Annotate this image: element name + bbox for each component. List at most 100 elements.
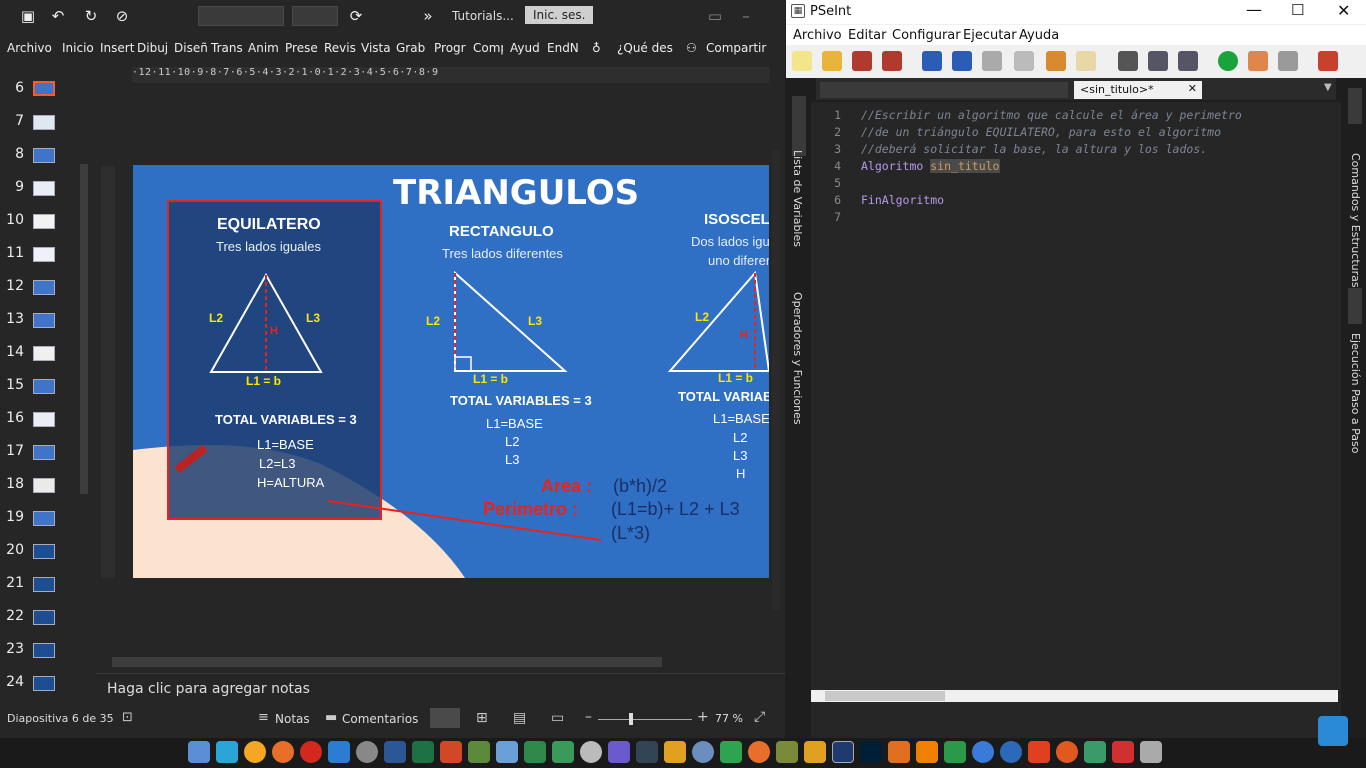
app-icon[interactable]	[944, 741, 966, 763]
word-icon[interactable]	[384, 741, 406, 763]
slide-thumbnail[interactable]	[33, 610, 55, 625]
tab-archivo[interactable]: Archivo	[7, 41, 52, 55]
lasso-icon[interactable]: ⟳	[346, 6, 366, 26]
redo-icon[interactable]: ↻	[81, 6, 101, 26]
app-icon[interactable]	[552, 741, 574, 763]
comments-icon[interactable]: ▬	[325, 710, 337, 725]
vlc-icon[interactable]	[916, 741, 938, 763]
app-icon[interactable]	[608, 741, 630, 763]
help-icon[interactable]	[1318, 51, 1338, 71]
flowchart-icon[interactable]	[1278, 51, 1298, 71]
inactive-file-tab[interactable]	[820, 82, 1068, 98]
app-icon[interactable]	[1056, 741, 1078, 763]
close-button[interactable]: ✕	[1337, 1, 1350, 20]
normal-view-button[interactable]	[430, 708, 460, 728]
globe-icon[interactable]	[356, 741, 378, 763]
code-line[interactable]: FinAlgoritmo	[861, 193, 944, 207]
opera-icon[interactable]	[300, 741, 322, 763]
app-icon[interactable]	[1084, 741, 1106, 763]
firefox-icon[interactable]	[272, 741, 294, 763]
tab-dropdown-icon[interactable]: ▼	[1324, 82, 1332, 93]
code-line[interactable]: //Escribir un algoritmo que calcule el á…	[861, 108, 1242, 122]
fit-slide-icon[interactable]: ⤢	[754, 709, 765, 725]
devcpp-icon[interactable]	[636, 741, 658, 763]
slide-thumbnail[interactable]	[33, 643, 55, 658]
app-icon[interactable]	[888, 741, 910, 763]
tab-revisar[interactable]: Revis	[324, 41, 356, 55]
search-prev-icon[interactable]	[1148, 51, 1168, 71]
scrollbar-thumb[interactable]	[825, 691, 945, 701]
accessibility-icon[interactable]: ⊡	[122, 710, 133, 725]
tutorials-label[interactable]: Tutorials...	[452, 9, 514, 23]
code-line[interactable]: //de un triángulo EQUILATERO, para esto …	[861, 125, 1221, 139]
slide-thumbnail[interactable]	[33, 544, 55, 559]
paste-icon[interactable]	[1046, 51, 1066, 71]
slide-thumbnail[interactable]	[33, 181, 55, 196]
slide-thumbnail[interactable]	[33, 511, 55, 526]
notes-pane[interactable]: Haga clic para agregar notas	[96, 673, 785, 705]
slide-thumbnail[interactable]	[33, 445, 55, 460]
close-tab-icon[interactable]: ✕	[1188, 82, 1197, 95]
app-icon[interactable]	[468, 741, 490, 763]
minimize-icon[interactable]: –	[736, 6, 756, 26]
font-size-box[interactable]	[292, 6, 338, 26]
comments-button[interactable]: Comentarios	[342, 712, 418, 726]
chrome-icon[interactable]	[244, 741, 266, 763]
tab-ayuda[interactable]: Ayud	[510, 41, 540, 55]
edge-icon[interactable]	[328, 741, 350, 763]
tab-diseno[interactable]: Diseñ	[174, 41, 208, 55]
slide-sorter-icon[interactable]: ⊞	[476, 710, 488, 726]
more-icon[interactable]: »	[418, 6, 438, 26]
indent-icon[interactable]	[1076, 51, 1096, 71]
slide-thumbnail[interactable]	[33, 280, 55, 295]
redo-icon[interactable]	[952, 51, 972, 71]
cut-icon[interactable]	[982, 51, 1002, 71]
sublime-icon[interactable]	[664, 741, 686, 763]
minimize-button[interactable]: —	[1246, 0, 1262, 19]
zoom-out-icon[interactable]: –	[585, 709, 592, 725]
step-execution-panel-tab[interactable]: Ejecución Paso a Paso	[1349, 333, 1362, 454]
search-next-icon[interactable]	[1178, 51, 1198, 71]
font-name-box[interactable]	[198, 6, 284, 26]
app-icon[interactable]	[1028, 741, 1050, 763]
slideshow-icon[interactable]: ▭	[551, 710, 564, 726]
save-icon[interactable]: ▣	[18, 6, 38, 26]
slide-thumbnail[interactable]	[33, 81, 55, 96]
run-icon[interactable]	[1218, 51, 1238, 71]
zoom-slider[interactable]	[598, 719, 692, 720]
slide-thumbnail[interactable]	[33, 478, 55, 493]
maximize-button[interactable]: ☐	[1291, 1, 1304, 19]
code-line[interactable]: Algoritmo sin_titulo	[861, 159, 1000, 173]
copy-icon[interactable]	[1014, 51, 1034, 71]
sync-app-icon[interactable]	[216, 741, 238, 763]
app-icon[interactable]	[776, 741, 798, 763]
open-folder-icon[interactable]	[822, 51, 842, 71]
commands-panel-tab[interactable]: Comandos y Estructuras	[1349, 153, 1362, 288]
notes-button[interactable]: Notas	[275, 712, 310, 726]
signin-button[interactable]: Inic. ses.	[525, 6, 594, 24]
undo-icon[interactable]: ↶	[48, 6, 68, 26]
slide-thumbnail[interactable]	[33, 577, 55, 592]
notes-icon[interactable]: ≡	[258, 710, 269, 725]
step-by-step-icon[interactable]	[1248, 51, 1268, 71]
app-icon[interactable]	[496, 741, 518, 763]
r-icon[interactable]	[692, 741, 714, 763]
ribbon-options-icon[interactable]: ▭	[705, 6, 725, 26]
notes-placeholder[interactable]: Haga clic para agregar notas	[107, 681, 310, 697]
menu-editar[interactable]: Editar	[848, 28, 887, 43]
app-icon[interactable]	[748, 741, 770, 763]
editor-horizontal-scrollbar[interactable]	[811, 690, 1338, 702]
tab-transiciones[interactable]: Trans	[211, 41, 243, 55]
format-painter-icon[interactable]: ⊘	[112, 6, 132, 26]
app-icon[interactable]	[1112, 741, 1134, 763]
save-icon[interactable]	[852, 51, 872, 71]
tab-dibujar[interactable]: Dibuj	[137, 41, 168, 55]
menu-configurar[interactable]: Configurar	[892, 28, 961, 43]
slide-thumbnail[interactable]	[33, 412, 55, 427]
slide-thumbnail[interactable]	[33, 313, 55, 328]
tab-inicio[interactable]: Inicio	[62, 41, 94, 55]
app-icon[interactable]	[832, 741, 854, 763]
save-as-icon[interactable]	[882, 51, 902, 71]
menu-archivo[interactable]: Archivo	[793, 28, 842, 43]
tab-complementos[interactable]: Comp	[473, 41, 503, 55]
